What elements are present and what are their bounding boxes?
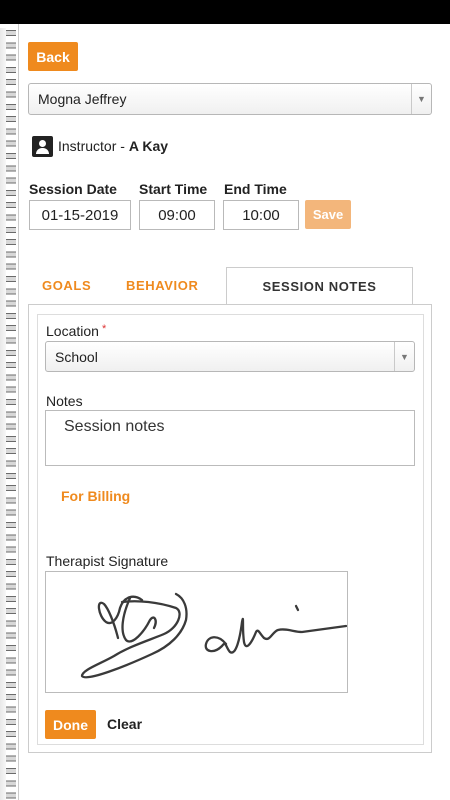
start-time-label: Start Time (139, 181, 208, 197)
location-label: Location * (46, 323, 106, 339)
notes-label: Notes (46, 393, 83, 409)
required-mark: * (101, 323, 107, 335)
therapist-signature-label: Therapist Signature (46, 553, 169, 569)
instructor-name: A Kay (128, 138, 169, 154)
student-select-value: Mogna Jeffrey (38, 91, 127, 107)
instructor-row: Instructor - A Kay (32, 135, 168, 157)
location-select-value: School (55, 348, 98, 365)
notes-textarea[interactable]: Session notes (45, 410, 415, 466)
done-button[interactable]: Done (45, 710, 96, 739)
spiral-binding (0, 28, 16, 800)
end-time-label: End Time (224, 181, 287, 197)
end-time-input[interactable]: 10:00 (223, 200, 299, 230)
tab-session-notes[interactable]: SESSION NOTES (226, 267, 413, 305)
instructor-label: Instructor - (58, 138, 125, 154)
for-billing-link[interactable]: For Billing (61, 488, 130, 504)
person-icon (32, 135, 53, 157)
status-bar (0, 0, 450, 24)
chevron-down-icon: ▼ (411, 84, 431, 114)
back-button[interactable]: Back (28, 42, 78, 71)
location-select[interactable]: School ▼ (45, 341, 415, 372)
session-date-input[interactable]: 01-15-2019 (29, 200, 131, 230)
signature-pad[interactable] (45, 571, 348, 693)
session-date-label: Session Date (29, 181, 117, 197)
page-edge (18, 24, 19, 800)
tab-goals[interactable]: GOALS (42, 267, 91, 304)
chevron-down-icon: ▼ (394, 342, 414, 371)
tab-behavior[interactable]: BEHAVIOR (126, 267, 198, 304)
save-button[interactable]: Save (305, 200, 351, 229)
student-select[interactable]: Mogna Jeffrey ▼ (28, 83, 432, 115)
tab-bar: GOALS BEHAVIOR SESSION NOTES (28, 267, 432, 305)
clear-button[interactable]: Clear (107, 716, 142, 732)
location-label-text: Location (46, 323, 99, 339)
signature-drawing (80, 592, 347, 679)
start-time-input[interactable]: 09:00 (139, 200, 215, 230)
